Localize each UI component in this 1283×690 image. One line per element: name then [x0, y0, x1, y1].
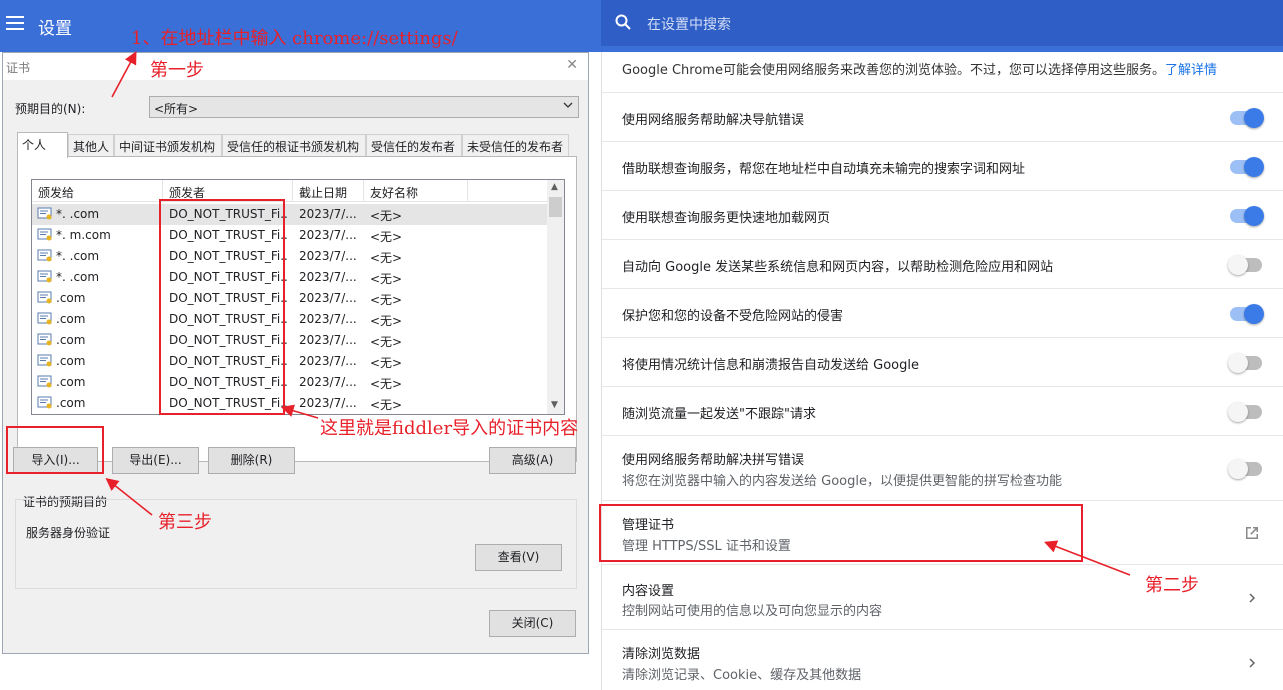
annotation-arrows	[105, 51, 1131, 576]
tab-personal[interactable]: 个人	[17, 132, 68, 158]
